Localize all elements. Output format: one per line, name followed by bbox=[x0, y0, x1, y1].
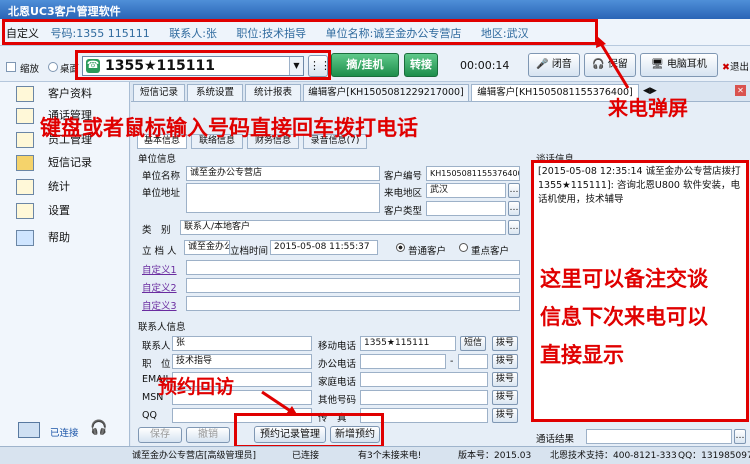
appointment-arrow bbox=[261, 390, 293, 414]
incoming-popup-annotation: 来电弹屏 bbox=[608, 96, 688, 120]
popup-arrow bbox=[598, 41, 630, 89]
dial-hint-annotation: 键盘或者鼠标输入号码直接回车拨打电话 bbox=[40, 116, 418, 140]
note-hint-line2: 信息下次来电可以 bbox=[540, 305, 708, 329]
note-hint-line1: 这里可以备注交谈 bbox=[540, 267, 708, 291]
annotation-arrows bbox=[261, 36, 630, 416]
appointment-hint-annotation: 预约回访 bbox=[158, 376, 235, 398]
note-hint-line3: 直接显示 bbox=[540, 343, 624, 367]
